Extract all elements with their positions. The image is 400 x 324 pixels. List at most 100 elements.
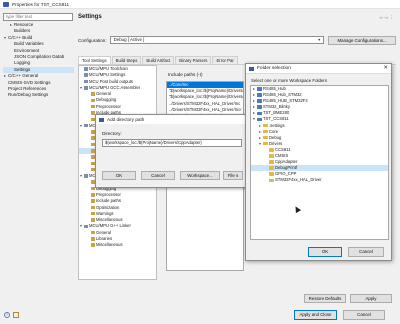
cancel-button[interactable]: Cancel bbox=[141, 171, 175, 180]
window-titlebar: Properties for TST_CCS811 bbox=[0, 0, 400, 9]
tool-icon bbox=[84, 73, 88, 77]
option-icon bbox=[91, 243, 95, 247]
option-icon bbox=[91, 186, 95, 191]
folder-icon bbox=[269, 172, 274, 176]
tree-item-label: Run/Debug Settings bbox=[8, 92, 49, 98]
tree-item-label: Build Variables bbox=[14, 41, 44, 47]
tool-tree-label: General bbox=[96, 229, 111, 235]
manage-configurations-button[interactable]: Manage Configurations... bbox=[328, 35, 396, 45]
help-icon[interactable]: ? bbox=[4, 312, 10, 318]
folder-tree-label: CMSIS bbox=[275, 153, 289, 159]
folder-icon bbox=[263, 123, 268, 128]
dialog-subtitle: Select one or more Workspace Folders bbox=[251, 78, 328, 83]
folder-icon bbox=[263, 135, 268, 140]
option-icon bbox=[91, 237, 95, 241]
option-icon bbox=[91, 199, 95, 203]
tool-icon bbox=[84, 174, 88, 178]
close-icon[interactable]: ✕ bbox=[383, 65, 388, 71]
tool-icon bbox=[84, 79, 88, 84]
ok-button[interactable]: OK bbox=[102, 171, 136, 180]
tree-item-label: C/C++ Build bbox=[8, 34, 33, 40]
directory-input[interactable]: ${workspace_loc:/${ProjName}/Drivers/Cpp… bbox=[102, 139, 242, 147]
tool-tree-label: Libraries bbox=[96, 236, 113, 242]
dialog-title: Folder selection bbox=[257, 66, 291, 71]
tree-item-label: JSON Compilation Datab bbox=[14, 53, 65, 59]
tab-item[interactable]: Tool Settings bbox=[78, 56, 111, 64]
tool-tree-label: MCU Post build outputs bbox=[89, 78, 133, 84]
configuration-row: Configuration: Debug [ Active ] ▼ Manage… bbox=[78, 35, 396, 45]
folder-tree-label: Core bbox=[269, 128, 279, 134]
folder-icon bbox=[263, 141, 268, 146]
tool-tree-label: General bbox=[96, 91, 111, 97]
tool-tree-label: MCU/MPU Toolchain bbox=[89, 66, 128, 71]
property-tree: ▸ Resource Builders ▾ C/C++ Build Build Varia… bbox=[3, 22, 74, 99]
folder-tree-label: TST_BME280 bbox=[263, 110, 290, 116]
option-icon bbox=[91, 230, 95, 235]
option-icon bbox=[91, 111, 95, 115]
app-icon bbox=[3, 1, 9, 7]
option-icon bbox=[91, 155, 95, 159]
tab-item[interactable]: Build Artifact bbox=[142, 56, 175, 64]
project-icon bbox=[257, 87, 262, 91]
tool-tree-label: Warnings bbox=[96, 210, 114, 216]
tool-tree-label: Miscellaneous bbox=[96, 242, 123, 248]
folder-tree-label: STM32F4xx_HAL_Driver bbox=[275, 177, 322, 183]
include-path-item[interactable]: "${workspace_loc:/${ProjName}/Drivers/ bbox=[167, 94, 243, 100]
configuration-label: Configuration: bbox=[78, 37, 107, 43]
nav-arrows-icon[interactable]: ⇦ ⇨ ⋮ bbox=[379, 15, 394, 21]
folder-tree-label: Debug bbox=[269, 134, 282, 140]
folder-tree-label: .settings bbox=[269, 122, 285, 128]
tab-item[interactable]: Error Par bbox=[212, 56, 238, 64]
folder-icon bbox=[269, 154, 274, 158]
include-paths-label: Include paths (-I) bbox=[168, 72, 203, 77]
tool-tree-item[interactable]: Miscellaneous bbox=[79, 242, 156, 248]
directory-label: Directory: bbox=[102, 131, 122, 136]
tree-item-label: Builders bbox=[14, 28, 31, 34]
tool-tree-label: MCU/MPU Settings bbox=[89, 72, 126, 78]
folder-icon bbox=[269, 160, 274, 164]
option-icon bbox=[91, 180, 95, 184]
project-icon bbox=[257, 99, 262, 103]
tree-item-label: Project References bbox=[8, 85, 47, 91]
folder-tree-label: CCS811 bbox=[275, 146, 291, 152]
folder-tree-item[interactable]: STM32F4xx_HAL_Driver bbox=[251, 177, 388, 183]
tree-item[interactable]: Run/Debug Settings bbox=[3, 92, 74, 98]
folder-icon bbox=[269, 178, 274, 183]
workspace-button[interactable]: Workspace... bbox=[180, 171, 220, 180]
apply-and-close-button[interactable]: Apply and Close bbox=[294, 310, 337, 320]
folder-tree-label: DebugPrintf bbox=[275, 165, 298, 171]
ok-button[interactable]: OK bbox=[308, 247, 342, 257]
tool-tree-label: Include paths bbox=[96, 198, 121, 204]
apply-button[interactable]: Apply bbox=[350, 294, 392, 303]
folder-tree-label: GPIO_CPP bbox=[275, 171, 297, 177]
configuration-value: Debug [ Active ] bbox=[113, 37, 145, 42]
include-path-item[interactable]: ../Drivers/STM32F4xx_HAL_Driver/Inc bbox=[167, 101, 243, 107]
tool-tree-label: Preprocessor bbox=[96, 191, 121, 197]
tree-item-label: Resource bbox=[14, 22, 34, 27]
tree-item-label: Settings bbox=[14, 66, 31, 72]
import-icon[interactable] bbox=[13, 312, 19, 318]
option-icon bbox=[91, 211, 95, 216]
folder-tree-label: RS485_Hub bbox=[263, 86, 286, 91]
tab-item[interactable]: Build Steps bbox=[111, 56, 142, 64]
add-directory-dialog: Add directory path Directory: ${workspac… bbox=[95, 114, 247, 188]
option-icon bbox=[91, 130, 95, 134]
tab-item[interactable]: Binary Parsers bbox=[175, 56, 212, 64]
tree-item-label: C/C++ General bbox=[8, 73, 39, 79]
folder-selection-dialog: Folder selection ✕ Select one or more Wo… bbox=[245, 63, 392, 261]
tree-item-label: CMSIS-SVD Settings bbox=[8, 79, 51, 85]
cancel-button[interactable]: Cancel bbox=[348, 247, 384, 257]
project-icon bbox=[257, 93, 262, 97]
file-system-button[interactable]: File s bbox=[223, 171, 243, 180]
folder-tree-label: TST_CCS811 bbox=[263, 116, 289, 122]
cancel-button[interactable]: Cancel bbox=[343, 310, 385, 320]
project-icon bbox=[257, 117, 262, 122]
option-icon bbox=[91, 161, 95, 166]
folder-icon bbox=[269, 148, 274, 152]
tool-tree-label: Miscellaneous bbox=[96, 217, 123, 223]
restore-defaults-button[interactable]: Restore Defaults bbox=[304, 294, 346, 303]
configuration-select[interactable]: Debug [ Active ] ▼ bbox=[109, 36, 325, 44]
filter-input[interactable]: type filter text bbox=[3, 13, 73, 21]
tool-icon bbox=[84, 67, 88, 71]
tool-icon bbox=[84, 224, 88, 229]
